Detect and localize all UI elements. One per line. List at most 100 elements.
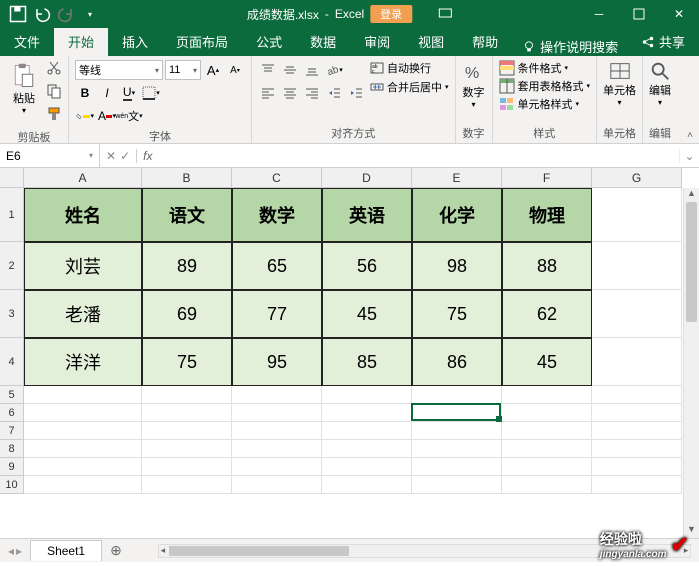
- tab-page-layout[interactable]: 页面布局: [162, 27, 242, 56]
- add-sheet-button[interactable]: ⊕: [102, 542, 130, 559]
- redo-icon[interactable]: [56, 4, 76, 24]
- cell[interactable]: [502, 476, 592, 494]
- select-all-corner[interactable]: [0, 168, 24, 188]
- data-cell[interactable]: 98: [412, 242, 502, 290]
- row-header[interactable]: 6: [0, 404, 24, 422]
- minimize-button[interactable]: ─: [579, 0, 619, 28]
- cell[interactable]: [592, 404, 682, 422]
- cell[interactable]: [322, 386, 412, 404]
- row-header[interactable]: 7: [0, 422, 24, 440]
- data-cell[interactable]: 75: [412, 290, 502, 338]
- cell[interactable]: [142, 386, 232, 404]
- font-name-combo[interactable]: 等线▾: [75, 60, 163, 80]
- cell[interactable]: [24, 386, 142, 404]
- tab-home[interactable]: 开始: [54, 27, 108, 56]
- cell[interactable]: [142, 440, 232, 458]
- cell[interactable]: [142, 476, 232, 494]
- data-cell[interactable]: 老潘: [24, 290, 142, 338]
- data-cell[interactable]: 洋洋: [24, 338, 142, 386]
- wrap-text-button[interactable]: abc自动换行: [370, 60, 449, 76]
- maximize-button[interactable]: [619, 0, 659, 28]
- italic-button[interactable]: I: [97, 83, 117, 103]
- decrease-indent-icon[interactable]: [324, 83, 344, 103]
- scroll-thumb[interactable]: [686, 202, 697, 322]
- data-cell[interactable]: 95: [232, 338, 322, 386]
- cell[interactable]: [412, 386, 502, 404]
- cell[interactable]: [502, 386, 592, 404]
- underline-button[interactable]: U ▾: [119, 83, 139, 103]
- worksheet-grid[interactable]: ABCDEFG 12345678910 姓名语文数学英语化学物理刘芸896556…: [0, 168, 699, 538]
- cell[interactable]: [322, 458, 412, 476]
- scroll-left-icon[interactable]: ◂: [157, 545, 169, 557]
- align-center-icon[interactable]: [280, 83, 300, 103]
- share-button[interactable]: 共享: [627, 27, 699, 56]
- cell[interactable]: [592, 440, 682, 458]
- column-header[interactable]: E: [412, 168, 502, 188]
- format-painter-icon[interactable]: [46, 106, 62, 127]
- cell[interactable]: [142, 422, 232, 440]
- cell[interactable]: [24, 440, 142, 458]
- tab-file[interactable]: 文件: [0, 27, 54, 56]
- header-cell[interactable]: 数学: [232, 188, 322, 242]
- tab-insert[interactable]: 插入: [108, 27, 162, 56]
- align-bottom-icon[interactable]: [302, 60, 322, 80]
- cell[interactable]: [412, 422, 502, 440]
- font-size-combo[interactable]: 11▾: [165, 60, 201, 80]
- cell[interactable]: [502, 404, 592, 422]
- cell[interactable]: [24, 404, 142, 422]
- increase-font-icon[interactable]: A▴: [203, 60, 223, 80]
- column-header[interactable]: C: [232, 168, 322, 188]
- header-cell[interactable]: 语文: [142, 188, 232, 242]
- scroll-right-icon[interactable]: ▸: [680, 545, 692, 557]
- tab-formulas[interactable]: 公式: [242, 27, 296, 56]
- cell[interactable]: [412, 404, 502, 422]
- ribbon-display-icon[interactable]: [438, 6, 452, 23]
- cell[interactable]: [592, 242, 682, 290]
- cell[interactable]: [24, 422, 142, 440]
- number-format-button[interactable]: % 数字 ▾: [462, 60, 486, 109]
- row-header[interactable]: 1: [0, 188, 24, 242]
- align-right-icon[interactable]: [302, 83, 322, 103]
- header-cell[interactable]: 英语: [322, 188, 412, 242]
- border-button[interactable]: ▾: [141, 83, 161, 103]
- data-cell[interactable]: 89: [142, 242, 232, 290]
- cancel-formula-icon[interactable]: ✕: [106, 149, 116, 163]
- cell[interactable]: [502, 440, 592, 458]
- row-header[interactable]: 2: [0, 242, 24, 290]
- conditional-format-button[interactable]: 条件格式 ▾: [499, 60, 591, 76]
- cell-styles-button[interactable]: 单元格样式 ▾: [499, 96, 591, 112]
- column-header[interactable]: F: [502, 168, 592, 188]
- qat-customize-icon[interactable]: ▾: [80, 4, 100, 24]
- vertical-scrollbar[interactable]: ▲ ▼: [683, 188, 699, 538]
- cell[interactable]: [232, 404, 322, 422]
- expand-formula-bar-icon[interactable]: ⌄: [679, 149, 699, 163]
- data-cell[interactable]: 56: [322, 242, 412, 290]
- fx-icon[interactable]: fx: [136, 149, 158, 163]
- scroll-thumb[interactable]: [169, 546, 349, 556]
- cell[interactable]: [322, 404, 412, 422]
- cell[interactable]: [592, 458, 682, 476]
- cell[interactable]: [502, 422, 592, 440]
- cell[interactable]: [502, 458, 592, 476]
- cell[interactable]: [232, 422, 322, 440]
- data-cell[interactable]: 65: [232, 242, 322, 290]
- paste-button[interactable]: 粘贴 ▾: [6, 60, 42, 117]
- data-cell[interactable]: 45: [322, 290, 412, 338]
- enter-formula-icon[interactable]: ✓: [120, 149, 130, 163]
- sheet-nav-next-icon[interactable]: ▸: [16, 544, 22, 558]
- copy-icon[interactable]: [46, 83, 62, 104]
- collapse-ribbon-icon[interactable]: ˄: [687, 130, 693, 141]
- align-middle-icon[interactable]: [280, 60, 300, 80]
- row-header[interactable]: 10: [0, 476, 24, 494]
- cells-button[interactable]: 单元格 ▾: [603, 60, 636, 107]
- horizontal-scrollbar[interactable]: ◂ ▸: [158, 544, 691, 558]
- cut-icon[interactable]: [46, 60, 62, 81]
- cell[interactable]: [232, 458, 322, 476]
- data-cell[interactable]: 85: [322, 338, 412, 386]
- column-header[interactable]: G: [592, 168, 682, 188]
- cell[interactable]: [592, 290, 682, 338]
- editing-button[interactable]: 编辑 ▾: [649, 60, 671, 107]
- scroll-up-icon[interactable]: ▲: [684, 188, 699, 202]
- sheet-tab[interactable]: Sheet1: [30, 540, 102, 561]
- tab-help[interactable]: 帮助: [458, 27, 512, 56]
